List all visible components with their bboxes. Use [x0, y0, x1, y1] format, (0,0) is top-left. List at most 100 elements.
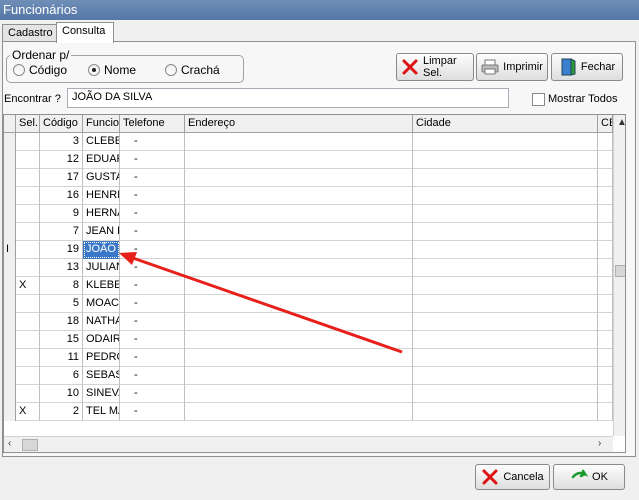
- cell-codigo[interactable]: 16: [40, 187, 83, 205]
- cell-sel[interactable]: [16, 367, 40, 385]
- cell-telefone[interactable]: -: [120, 223, 185, 241]
- header-codigo[interactable]: Código: [40, 115, 83, 133]
- cell-telefone[interactable]: -: [120, 349, 185, 367]
- close-button[interactable]: Fechar: [551, 53, 623, 81]
- cell-telefone[interactable]: -: [120, 241, 185, 259]
- clear-selection-button[interactable]: Limpar Sel.: [396, 53, 474, 81]
- cell-cep[interactable]: [598, 367, 613, 385]
- cell-telefone[interactable]: -: [120, 313, 185, 331]
- table-row[interactable]: I 19 JOÃO -: [4, 241, 625, 259]
- cell-funcionario[interactable]: JEAN L: [83, 223, 120, 241]
- cell-funcionario[interactable]: JOÃO: [83, 241, 120, 259]
- cell-sel[interactable]: [16, 385, 40, 403]
- ok-button[interactable]: OK: [553, 464, 625, 490]
- cell-codigo[interactable]: 9: [40, 205, 83, 223]
- cell-endereco[interactable]: [185, 241, 413, 259]
- cell-codigo[interactable]: 5: [40, 295, 83, 313]
- row-indicator[interactable]: [4, 349, 16, 367]
- table-row[interactable]: 7 JEAN L-: [4, 223, 625, 241]
- cell-funcionario[interactable]: SINEVA: [83, 385, 120, 403]
- cell-endereco[interactable]: [185, 403, 413, 421]
- cell-cidade[interactable]: [413, 403, 598, 421]
- table-row[interactable]: 11PEDRO-: [4, 349, 625, 367]
- row-indicator[interactable]: [4, 367, 16, 385]
- cell-cidade[interactable]: [413, 331, 598, 349]
- header-cidade[interactable]: Cidade: [413, 115, 598, 133]
- cell-sel[interactable]: [16, 151, 40, 169]
- cell-sel[interactable]: [16, 223, 40, 241]
- cell-endereco[interactable]: [185, 331, 413, 349]
- print-button[interactable]: Imprimir: [476, 53, 548, 81]
- row-indicator[interactable]: [4, 385, 16, 403]
- row-indicator[interactable]: [4, 295, 16, 313]
- cell-funcionario[interactable]: NATHA: [83, 313, 120, 331]
- order-radio-codigo[interactable]: Código: [13, 63, 67, 77]
- vertical-scrollbar[interactable]: ▲: [613, 115, 625, 436]
- radio-cracha-circle[interactable]: [165, 64, 177, 76]
- cell-funcionario[interactable]: JULIAN: [83, 259, 120, 277]
- cell-cidade[interactable]: [413, 385, 598, 403]
- header-sel[interactable]: Sel.: [16, 115, 40, 133]
- row-indicator[interactable]: [4, 331, 16, 349]
- cell-telefone[interactable]: -: [120, 331, 185, 349]
- cell-telefone[interactable]: -: [120, 385, 185, 403]
- row-indicator[interactable]: [4, 151, 16, 169]
- cell-cep[interactable]: [598, 277, 613, 295]
- header-cep[interactable]: CE: [598, 115, 613, 133]
- cell-cep[interactable]: [598, 331, 613, 349]
- table-row[interactable]: 17 GUSTA -: [4, 169, 625, 187]
- cell-telefone[interactable]: -: [120, 295, 185, 313]
- cell-codigo[interactable]: 8: [40, 277, 83, 295]
- radio-codigo-circle[interactable]: [13, 64, 25, 76]
- horizontal-scroll-thumb[interactable]: [22, 439, 38, 451]
- cell-codigo[interactable]: 2: [40, 403, 83, 421]
- cell-funcionario[interactable]: CLEBER: [83, 133, 120, 151]
- cell-sel[interactable]: [16, 349, 40, 367]
- table-row[interactable]: X8KLEBER-: [4, 277, 625, 295]
- cell-telefone[interactable]: -: [120, 205, 185, 223]
- cell-cidade[interactable]: [413, 277, 598, 295]
- header-funcionario[interactable]: Funcio: [83, 115, 120, 133]
- cell-telefone[interactable]: -: [120, 187, 185, 205]
- cell-codigo[interactable]: 12: [40, 151, 83, 169]
- row-indicator[interactable]: [4, 223, 16, 241]
- cell-endereco[interactable]: [185, 385, 413, 403]
- tab-consulta[interactable]: Consulta: [56, 22, 114, 43]
- cell-cep[interactable]: [598, 169, 613, 187]
- cell-codigo[interactable]: 18: [40, 313, 83, 331]
- cell-funcionario[interactable]: GUSTA: [83, 169, 120, 187]
- scroll-up-arrow-icon[interactable]: ▲: [617, 117, 625, 128]
- cancel-button[interactable]: Cancela: [475, 464, 550, 490]
- cell-telefone[interactable]: -: [120, 169, 185, 187]
- cell-funcionario[interactable]: HERNA: [83, 205, 120, 223]
- cell-cidade[interactable]: [413, 169, 598, 187]
- cell-endereco[interactable]: [185, 295, 413, 313]
- row-indicator[interactable]: [4, 403, 16, 421]
- cell-cep[interactable]: [598, 205, 613, 223]
- cell-sel[interactable]: [16, 295, 40, 313]
- cell-endereco[interactable]: [185, 367, 413, 385]
- cell-funcionario[interactable]: EDUAR: [83, 151, 120, 169]
- table-row[interactable]: 6 SEBAS -: [4, 367, 625, 385]
- row-indicator[interactable]: [4, 169, 16, 187]
- cell-codigo[interactable]: 17: [40, 169, 83, 187]
- cell-codigo[interactable]: 3: [40, 133, 83, 151]
- cell-cep[interactable]: [598, 403, 613, 421]
- table-row[interactable]: 16 HENRI -: [4, 187, 625, 205]
- scroll-left-arrow-icon[interactable]: ‹: [8, 438, 11, 449]
- cell-cep[interactable]: [598, 385, 613, 403]
- row-indicator[interactable]: [4, 313, 16, 331]
- cell-codigo[interactable]: 19: [40, 241, 83, 259]
- cell-sel[interactable]: [16, 241, 40, 259]
- row-indicator[interactable]: I: [4, 241, 16, 259]
- table-row[interactable]: 18 NATHA -: [4, 313, 625, 331]
- cell-cep[interactable]: [598, 295, 613, 313]
- show-all-checkbox[interactable]: [532, 93, 545, 106]
- table-row[interactable]: 5 MOACI -: [4, 295, 625, 313]
- cell-funcionario[interactable]: MOACI: [83, 295, 120, 313]
- row-indicator[interactable]: [4, 205, 16, 223]
- header-endereco[interactable]: Endereço: [185, 115, 413, 133]
- table-row[interactable]: 12EDUAR-: [4, 151, 625, 169]
- cell-endereco[interactable]: [185, 349, 413, 367]
- cell-cep[interactable]: [598, 241, 613, 259]
